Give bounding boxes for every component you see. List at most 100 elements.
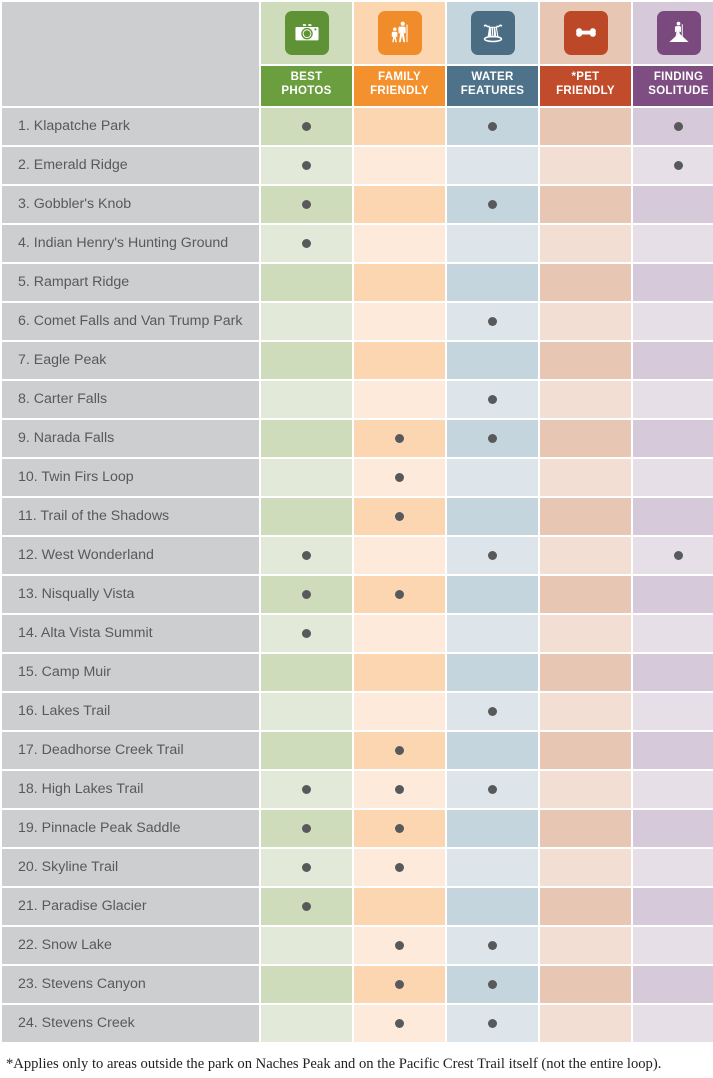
cell-r15-pet_friendly[interactable] — [540, 654, 631, 691]
cell-r4-family_friendly[interactable] — [354, 225, 445, 262]
cell-r10-family_friendly[interactable] — [354, 459, 445, 496]
cell-r12-family_friendly[interactable] — [354, 537, 445, 574]
cell-r8-finding_solitude[interactable] — [633, 381, 713, 418]
cell-r9-pet_friendly[interactable] — [540, 420, 631, 457]
cell-r17-family_friendly[interactable] — [354, 732, 445, 769]
column-header-best_photos[interactable]: BEST PHOTOS — [261, 66, 352, 106]
row-label-10[interactable]: 10. Twin Firs Loop — [2, 459, 259, 496]
row-label-14[interactable]: 14. Alta Vista Summit — [2, 615, 259, 652]
row-label-21[interactable]: 21. Paradise Glacier — [2, 888, 259, 925]
cell-r20-finding_solitude[interactable] — [633, 849, 713, 886]
cell-r4-finding_solitude[interactable] — [633, 225, 713, 262]
cell-r22-finding_solitude[interactable] — [633, 927, 713, 964]
cell-r6-water_features[interactable] — [447, 303, 538, 340]
row-label-5[interactable]: 5. Rampart Ridge — [2, 264, 259, 301]
cell-r7-family_friendly[interactable] — [354, 342, 445, 379]
cell-r14-finding_solitude[interactable] — [633, 615, 713, 652]
cell-r20-best_photos[interactable] — [261, 849, 352, 886]
cell-r16-water_features[interactable] — [447, 693, 538, 730]
cell-r18-finding_solitude[interactable] — [633, 771, 713, 808]
cell-r5-best_photos[interactable] — [261, 264, 352, 301]
cell-r21-pet_friendly[interactable] — [540, 888, 631, 925]
row-label-7[interactable]: 7. Eagle Peak — [2, 342, 259, 379]
cell-r18-family_friendly[interactable] — [354, 771, 445, 808]
cell-r13-family_friendly[interactable] — [354, 576, 445, 613]
cell-r10-pet_friendly[interactable] — [540, 459, 631, 496]
row-label-20[interactable]: 20. Skyline Trail — [2, 849, 259, 886]
cell-r12-best_photos[interactable] — [261, 537, 352, 574]
cell-r8-water_features[interactable] — [447, 381, 538, 418]
cell-r3-finding_solitude[interactable] — [633, 186, 713, 223]
cell-r5-family_friendly[interactable] — [354, 264, 445, 301]
cell-r10-finding_solitude[interactable] — [633, 459, 713, 496]
cell-r13-best_photos[interactable] — [261, 576, 352, 613]
column-header-water_features[interactable]: WATER FEATURES — [447, 66, 538, 106]
cell-r20-water_features[interactable] — [447, 849, 538, 886]
cell-r4-water_features[interactable] — [447, 225, 538, 262]
row-label-12[interactable]: 12. West Wonderland — [2, 537, 259, 574]
cell-r24-water_features[interactable] — [447, 1005, 538, 1042]
cell-r8-pet_friendly[interactable] — [540, 381, 631, 418]
cell-r18-pet_friendly[interactable] — [540, 771, 631, 808]
cell-r18-best_photos[interactable] — [261, 771, 352, 808]
cell-r8-best_photos[interactable] — [261, 381, 352, 418]
cell-r1-finding_solitude[interactable] — [633, 108, 713, 145]
cell-r15-family_friendly[interactable] — [354, 654, 445, 691]
cell-r19-best_photos[interactable] — [261, 810, 352, 847]
cell-r14-pet_friendly[interactable] — [540, 615, 631, 652]
cell-r24-pet_friendly[interactable] — [540, 1005, 631, 1042]
cell-r1-family_friendly[interactable] — [354, 108, 445, 145]
cell-r22-pet_friendly[interactable] — [540, 927, 631, 964]
cell-r17-best_photos[interactable] — [261, 732, 352, 769]
cell-r11-best_photos[interactable] — [261, 498, 352, 535]
cell-r21-best_photos[interactable] — [261, 888, 352, 925]
cell-r1-water_features[interactable] — [447, 108, 538, 145]
cell-r1-best_photos[interactable] — [261, 108, 352, 145]
cell-r15-finding_solitude[interactable] — [633, 654, 713, 691]
cell-r17-water_features[interactable] — [447, 732, 538, 769]
cell-r16-finding_solitude[interactable] — [633, 693, 713, 730]
cell-r7-pet_friendly[interactable] — [540, 342, 631, 379]
cell-r9-family_friendly[interactable] — [354, 420, 445, 457]
cell-r18-water_features[interactable] — [447, 771, 538, 808]
cell-r6-pet_friendly[interactable] — [540, 303, 631, 340]
cell-r19-family_friendly[interactable] — [354, 810, 445, 847]
cell-r13-finding_solitude[interactable] — [633, 576, 713, 613]
cell-r5-pet_friendly[interactable] — [540, 264, 631, 301]
cell-r3-best_photos[interactable] — [261, 186, 352, 223]
cell-r14-water_features[interactable] — [447, 615, 538, 652]
row-label-15[interactable]: 15. Camp Muir — [2, 654, 259, 691]
row-label-23[interactable]: 23. Stevens Canyon — [2, 966, 259, 1003]
cell-r3-water_features[interactable] — [447, 186, 538, 223]
cell-r24-best_photos[interactable] — [261, 1005, 352, 1042]
cell-r16-best_photos[interactable] — [261, 693, 352, 730]
cell-r7-water_features[interactable] — [447, 342, 538, 379]
row-label-11[interactable]: 11. Trail of the Shadows — [2, 498, 259, 535]
cell-r23-pet_friendly[interactable] — [540, 966, 631, 1003]
cell-r1-pet_friendly[interactable] — [540, 108, 631, 145]
cell-r2-best_photos[interactable] — [261, 147, 352, 184]
cell-r21-family_friendly[interactable] — [354, 888, 445, 925]
cell-r7-finding_solitude[interactable] — [633, 342, 713, 379]
cell-r17-finding_solitude[interactable] — [633, 732, 713, 769]
cell-r19-pet_friendly[interactable] — [540, 810, 631, 847]
cell-r2-water_features[interactable] — [447, 147, 538, 184]
cell-r21-water_features[interactable] — [447, 888, 538, 925]
cell-r4-pet_friendly[interactable] — [540, 225, 631, 262]
cell-r2-pet_friendly[interactable] — [540, 147, 631, 184]
row-label-8[interactable]: 8. Carter Falls — [2, 381, 259, 418]
cell-r24-family_friendly[interactable] — [354, 1005, 445, 1042]
cell-r12-pet_friendly[interactable] — [540, 537, 631, 574]
cell-r21-finding_solitude[interactable] — [633, 888, 713, 925]
cell-r20-family_friendly[interactable] — [354, 849, 445, 886]
cell-r16-pet_friendly[interactable] — [540, 693, 631, 730]
row-label-13[interactable]: 13. Nisqually Vista — [2, 576, 259, 613]
cell-r24-finding_solitude[interactable] — [633, 1005, 713, 1042]
row-label-6[interactable]: 6. Comet Falls and Van Trump Park — [2, 303, 259, 340]
cell-r22-water_features[interactable] — [447, 927, 538, 964]
row-label-2[interactable]: 2. Emerald Ridge — [2, 147, 259, 184]
cell-r2-finding_solitude[interactable] — [633, 147, 713, 184]
row-label-22[interactable]: 22. Snow Lake — [2, 927, 259, 964]
row-label-9[interactable]: 9. Narada Falls — [2, 420, 259, 457]
cell-r15-best_photos[interactable] — [261, 654, 352, 691]
